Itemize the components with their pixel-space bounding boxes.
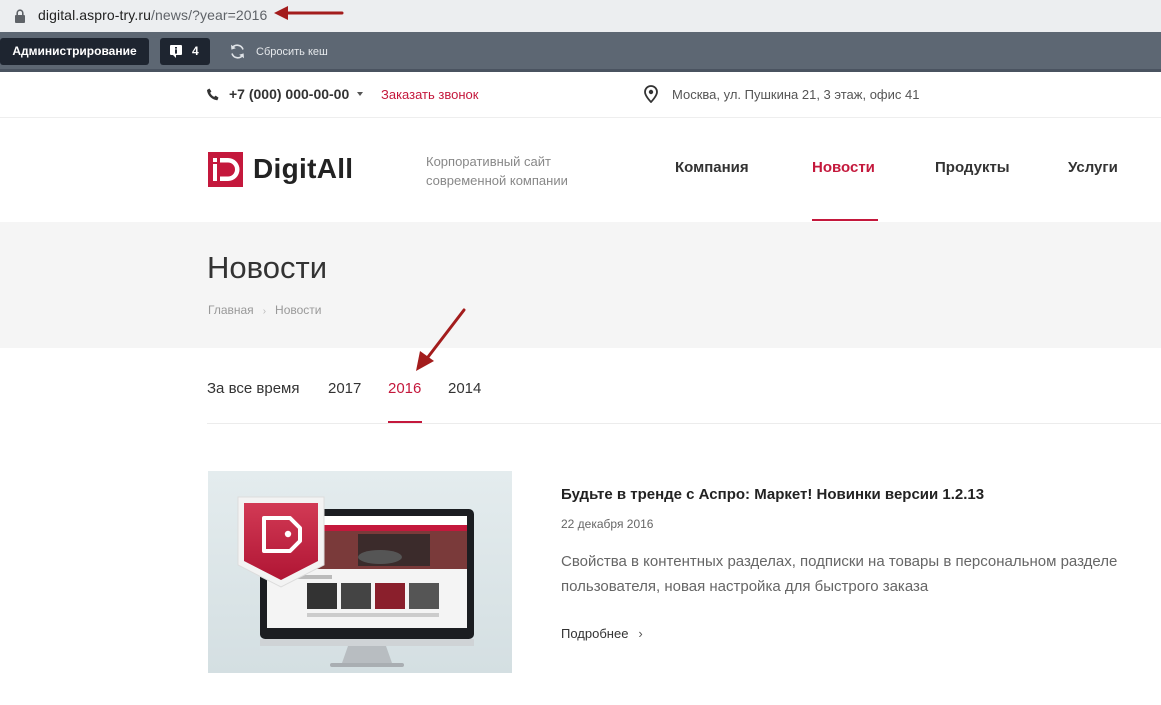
logo-text[interactable]: DigitAll: [253, 153, 353, 185]
filter-2017[interactable]: 2017: [328, 380, 361, 397]
breadcrumb-current: Новости: [275, 303, 322, 317]
lock-icon: [15, 9, 25, 23]
url-text[interactable]: digital.aspro-try.ru/news/?year=2016: [38, 7, 267, 23]
contacts-bar: +7 (000) 000-00-00 Заказать звонок Москв…: [0, 75, 1161, 118]
nav-active-indicator: [812, 219, 878, 221]
browser-address-bar[interactable]: digital.aspro-try.ru/news/?year=2016: [0, 0, 1161, 32]
info-button[interactable]: 4: [160, 38, 210, 65]
filter-2014[interactable]: 2014: [448, 380, 481, 397]
page-title: Новости: [207, 250, 328, 285]
nav-item-company[interactable]: Компания: [675, 159, 749, 176]
nav-item-products[interactable]: Продукты: [935, 159, 1010, 176]
nav-item-services[interactable]: Услуги: [1068, 159, 1118, 176]
news-preview-text: Свойства в контентных разделах, подписки…: [561, 553, 1118, 595]
admin-panel: Администрирование 4 Сбросить кеш: [0, 32, 1161, 72]
info-icon: [170, 45, 182, 58]
news-title[interactable]: Будьте в тренде с Аспро: Маркет! Новинки…: [561, 486, 984, 503]
filter-2016[interactable]: 2016: [388, 380, 421, 397]
filter-all-time[interactable]: За все время: [207, 380, 299, 397]
breadcrumb: Главная › Новости: [208, 303, 321, 317]
breadcrumb-separator-icon: ›: [262, 306, 267, 317]
year-filter: За все время 2017 2016 2014: [207, 348, 1161, 424]
location-pin-icon: [644, 85, 658, 103]
phone-dropdown-caret-icon[interactable]: [357, 92, 363, 96]
site-header: DigitAll Корпоративный сайт современной …: [0, 118, 1161, 222]
callback-link[interactable]: Заказать звонок: [381, 87, 478, 102]
news-date: 22 декабря 2016: [561, 517, 654, 531]
url-host: digital.aspro-try.ru: [38, 7, 152, 23]
info-count: 4: [192, 44, 199, 58]
logo-icon[interactable]: [208, 152, 243, 187]
breadcrumb-home[interactable]: Главная: [208, 303, 254, 317]
refresh-icon: [231, 44, 244, 59]
admin-button[interactable]: Администрирование: [0, 38, 149, 65]
page-title-section: Новости Главная › Новости: [0, 222, 1161, 348]
read-more-label: Подробнее: [561, 626, 629, 641]
phone-icon: [207, 88, 219, 101]
chevron-right-icon: ›: [638, 626, 643, 641]
nav-item-news[interactable]: Новости: [812, 159, 875, 176]
clear-cache-label: Сбросить кеш: [256, 46, 328, 58]
site-slogan: Корпоративный сайт современной компании: [426, 154, 568, 188]
phone-number[interactable]: +7 (000) 000-00-00: [229, 86, 349, 102]
office-address: Москва, ул. Пушкина 21, 3 этаж, офис 41: [672, 87, 920, 102]
read-more-link[interactable]: Подробнее ›: [561, 626, 643, 641]
url-path: /news/?year=2016: [151, 7, 268, 23]
news-thumbnail[interactable]: [208, 471, 512, 673]
filter-active-indicator: [388, 421, 422, 423]
